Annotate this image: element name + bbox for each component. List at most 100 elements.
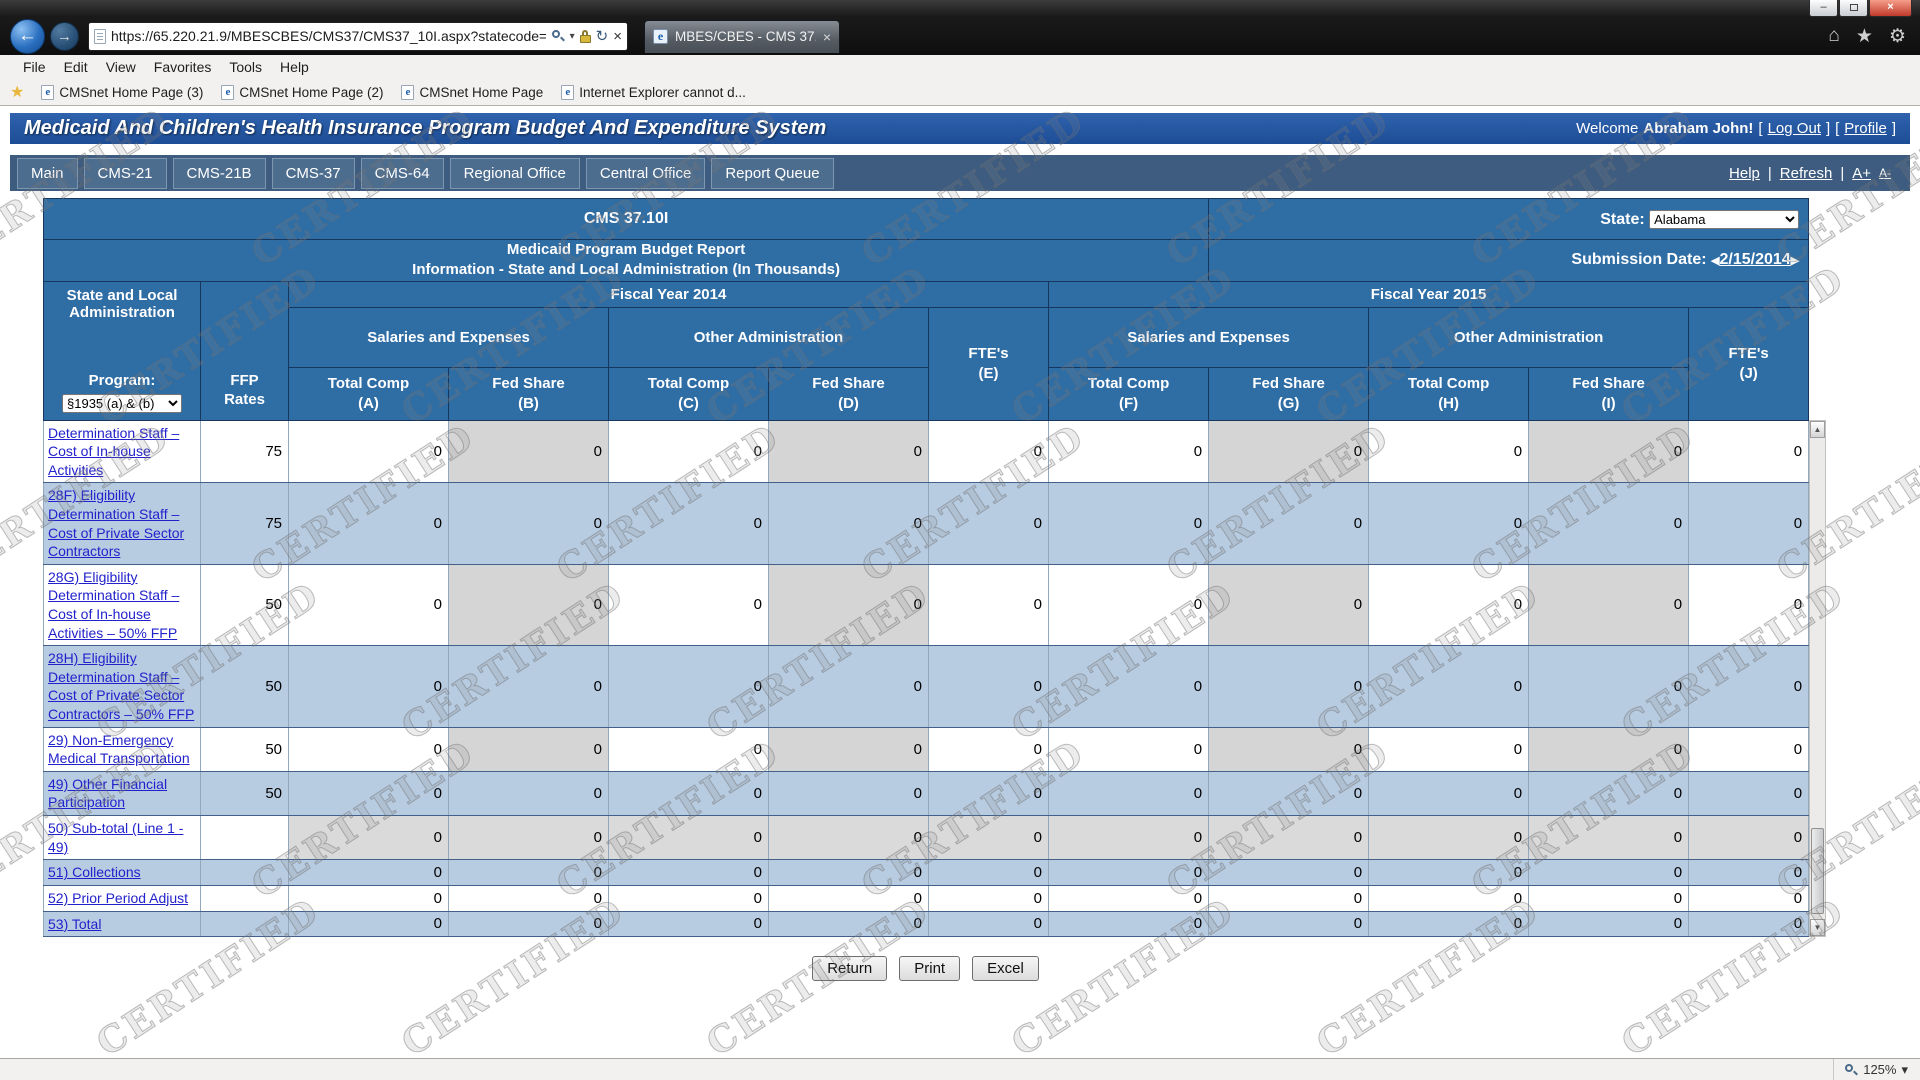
menu-file[interactable]: File: [14, 59, 55, 75]
row-label-link[interactable]: 51) Collections: [48, 864, 141, 880]
row-label-link[interactable]: Determination Staff – Cost of In-house A…: [48, 425, 179, 478]
row-label-link[interactable]: 49) Other Financial Participation: [48, 776, 167, 811]
ffp-rate-cell: [201, 911, 289, 937]
print-button[interactable]: Print: [899, 956, 960, 981]
row-label-link[interactable]: 28F) Eligibility Determination Staff – C…: [48, 487, 184, 559]
logout-link[interactable]: Log Out: [1768, 120, 1821, 137]
table-scrollbar[interactable]: ▲ ▼: [1809, 420, 1826, 937]
report-subtitle: Information - State and Local Administra…: [44, 260, 1208, 280]
nav-tab-main[interactable]: Main: [17, 158, 78, 189]
state-select[interactable]: Alabama: [1649, 210, 1799, 229]
menu-edit[interactable]: Edit: [55, 59, 97, 75]
scroll-down-arrow-icon[interactable]: ▼: [1810, 919, 1825, 936]
value-cell: 0: [769, 646, 929, 727]
zoom-control[interactable]: 125% ▾: [1833, 1059, 1920, 1080]
tab-close-icon[interactable]: ×: [823, 29, 831, 45]
col-header-c: Total Comp (C): [609, 367, 769, 420]
value-cell: 0: [1049, 564, 1209, 645]
value-cell: 0: [289, 860, 449, 886]
value-cell: 0: [929, 860, 1049, 886]
row-label-link[interactable]: 29) Non-Emergency Medical Transportation: [48, 732, 190, 767]
bracket: ]: [1826, 120, 1830, 137]
favorite-link-1[interactable]: e CMSnet Home Page (3): [32, 85, 212, 100]
value-cell: 0: [769, 564, 929, 645]
row-label-link[interactable]: 28G) Eligibility Determination Staff – C…: [48, 569, 179, 641]
value-cell: 0: [1049, 483, 1209, 564]
nav-tab-central-office[interactable]: Central Office: [586, 158, 705, 189]
add-favorite-star-icon[interactable]: ★: [10, 82, 24, 102]
favorite-label: CMSnet Home Page (3): [59, 85, 203, 100]
nav-tab-regional-office[interactable]: Regional Office: [450, 158, 580, 189]
minimize-button[interactable]: –: [1809, 0, 1838, 17]
submission-date-link[interactable]: 2/15/2014: [1719, 251, 1790, 268]
nav-tab-cms21[interactable]: CMS-21: [84, 158, 167, 189]
fy2015-header: Fiscal Year 2015: [1049, 281, 1809, 307]
nav-tab-cms21b[interactable]: CMS-21B: [173, 158, 266, 189]
separator: |: [1768, 165, 1772, 182]
back-button[interactable]: ←: [10, 19, 45, 54]
row-label-link[interactable]: 50) Sub-total (Line 1 - 49): [48, 820, 183, 855]
forward-button[interactable]: →: [50, 22, 79, 51]
refresh-icon[interactable]: ↻: [596, 27, 609, 45]
value-cell: 0: [609, 483, 769, 564]
report-code: CMS 37.10I: [44, 199, 1209, 240]
stop-icon[interactable]: ×: [613, 28, 622, 45]
value-cell: 0: [769, 727, 929, 771]
value-cell: 0: [1529, 911, 1689, 937]
menu-view[interactable]: View: [97, 59, 145, 75]
nav-tab-report-queue[interactable]: Report Queue: [711, 158, 833, 189]
row-label-cell: 28F) Eligibility Determination Staff – C…: [44, 483, 201, 564]
value-cell: 0: [1529, 816, 1689, 860]
corner-title: State and Local Administration: [47, 287, 197, 321]
font-increase-link[interactable]: A+: [1852, 165, 1871, 182]
address-bar[interactable]: https://65.220.21.9/MBESCBES/CMS37/CMS37…: [88, 22, 628, 51]
ffp-rate-cell: 50: [201, 646, 289, 727]
excel-button[interactable]: Excel: [972, 956, 1039, 981]
value-cell: 0: [1529, 860, 1689, 886]
row-label-link[interactable]: 28H) Eligibility Determination Staff – C…: [48, 650, 194, 722]
ffp-rate-cell: [201, 860, 289, 886]
next-date-arrow-icon[interactable]: ▶: [1791, 255, 1799, 267]
value-cell: 0: [929, 727, 1049, 771]
favorites-star-icon[interactable]: ★: [1856, 25, 1873, 48]
browser-tab[interactable]: e MBES/CBES - CMS 37.10I ×: [644, 20, 840, 53]
row-label-link[interactable]: 52) Prior Period Adjust: [48, 890, 188, 906]
search-caret-icon[interactable]: ▾: [570, 31, 575, 42]
favorite-page-icon: e: [41, 85, 54, 100]
table-row: 50) Sub-total (Line 1 - 49)0000000000: [44, 816, 1809, 860]
table-row: 28G) Eligibility Determination Staff – C…: [44, 564, 1809, 645]
maximize-button[interactable]: [1839, 0, 1868, 17]
menu-help[interactable]: Help: [271, 59, 318, 75]
table-row: 53) Total0000000000: [44, 911, 1809, 937]
url-text[interactable]: https://65.220.21.9/MBESCBES/CMS37/CMS37…: [111, 28, 546, 44]
refresh-link[interactable]: Refresh: [1780, 165, 1833, 182]
nav-tab-cms37[interactable]: CMS-37: [272, 158, 355, 189]
return-button[interactable]: Return: [812, 956, 887, 981]
zoom-caret-icon[interactable]: ▾: [1901, 1062, 1908, 1078]
row-label-link[interactable]: 53) Total: [48, 916, 101, 932]
table-row: 28H) Eligibility Determination Staff – C…: [44, 646, 1809, 727]
scrollbar-thumb[interactable]: [1811, 828, 1824, 914]
favorite-link-4[interactable]: e Internet Explorer cannot d...: [552, 85, 755, 100]
value-cell: 0: [1049, 885, 1209, 911]
home-icon[interactable]: ⌂: [1828, 25, 1839, 47]
settings-gear-icon[interactable]: ⚙: [1889, 25, 1906, 48]
menu-tools[interactable]: Tools: [220, 59, 271, 75]
menu-favorites[interactable]: Favorites: [145, 59, 221, 75]
font-decrease-link[interactable]: A-: [1879, 166, 1891, 180]
help-link[interactable]: Help: [1729, 165, 1760, 182]
program-select[interactable]: §1935 (a) & (b): [62, 394, 182, 413]
scroll-up-arrow-icon[interactable]: ▲: [1810, 421, 1825, 438]
favorite-link-3[interactable]: e CMSnet Home Page: [392, 85, 552, 100]
close-button[interactable]: ×: [1869, 0, 1912, 17]
bracket: [: [1835, 120, 1839, 137]
nav-tab-cms64[interactable]: CMS-64: [361, 158, 444, 189]
profile-link[interactable]: Profile: [1844, 120, 1887, 137]
value-cell: 0: [1529, 771, 1689, 815]
favorite-link-2[interactable]: e CMSnet Home Page (2): [212, 85, 392, 100]
search-icon[interactable]: [551, 29, 565, 43]
row-label-cell: Determination Staff – Cost of In-house A…: [44, 420, 201, 483]
value-cell: 0: [1209, 564, 1369, 645]
value-cell: 0: [1529, 646, 1689, 727]
submission-date-label: Submission Date:: [1571, 251, 1706, 268]
